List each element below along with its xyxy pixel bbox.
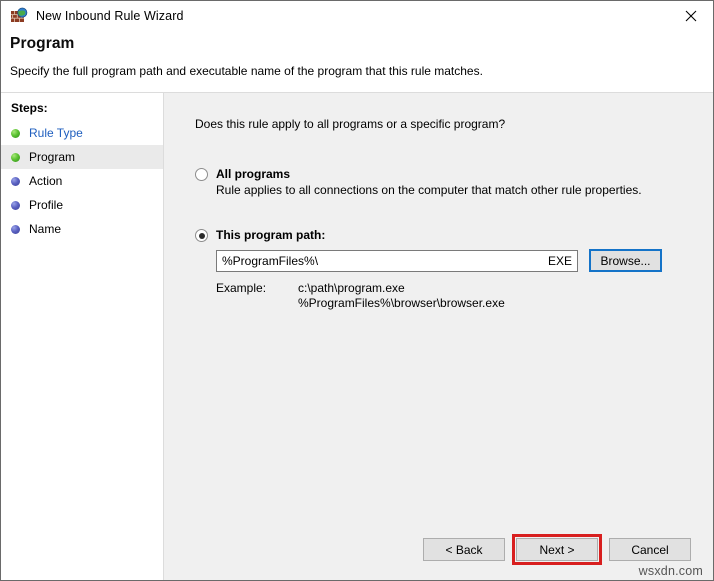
next-button[interactable]: Next > bbox=[516, 538, 598, 561]
cancel-button[interactable]: Cancel bbox=[609, 538, 691, 561]
next-button-wrap: Next > bbox=[516, 538, 598, 561]
watermark: wsxdn.com bbox=[639, 564, 703, 578]
cancel-button-wrap: Cancel bbox=[609, 538, 691, 561]
sidebar-item-label: Profile bbox=[29, 198, 63, 212]
sidebar-item-action[interactable]: Action bbox=[1, 169, 163, 193]
page-subtitle: Specify the full program path and execut… bbox=[10, 64, 713, 78]
radio-this-program-path-label: This program path: bbox=[216, 228, 325, 242]
program-path-block: This program path: %ProgramFiles%\ EXE B… bbox=[195, 228, 713, 311]
back-button[interactable]: < Back bbox=[423, 538, 505, 561]
example-line-1: c:\path\program.exe bbox=[298, 281, 405, 295]
radio-all-programs-label: All programs bbox=[216, 167, 290, 181]
program-path-value: %ProgramFiles%\ bbox=[222, 254, 542, 268]
page-header: Program Specify the full program path an… bbox=[1, 31, 713, 92]
program-path-input-row: %ProgramFiles%\ EXE Browse... bbox=[216, 249, 713, 272]
wizard-window: New Inbound Rule Wizard Program Specify … bbox=[0, 0, 714, 581]
program-path-input[interactable]: %ProgramFiles%\ EXE bbox=[216, 250, 578, 272]
firewall-globe-icon bbox=[10, 7, 28, 25]
back-button-wrap: < Back bbox=[423, 538, 505, 561]
steps-sidebar: Steps: Rule Type Program Action Profile … bbox=[1, 93, 164, 580]
radio-this-program-path[interactable]: This program path: bbox=[195, 228, 713, 242]
step-bullet-icon bbox=[11, 153, 20, 162]
step-bullet-icon bbox=[11, 129, 20, 138]
sidebar-item-label: Action bbox=[29, 174, 62, 188]
step-bullet-icon bbox=[11, 177, 20, 186]
radio-this-program-path-indicator[interactable] bbox=[195, 229, 208, 242]
step-bullet-icon bbox=[11, 225, 20, 234]
close-icon[interactable] bbox=[668, 1, 713, 31]
sidebar-item-label: Rule Type bbox=[29, 126, 83, 140]
sidebar-item-rule-type[interactable]: Rule Type bbox=[1, 121, 163, 145]
browse-button[interactable]: Browse... bbox=[589, 249, 662, 272]
example-line-2: %ProgramFiles%\browser\browser.exe bbox=[298, 296, 505, 310]
example-values: c:\path\program.exe %ProgramFiles%\brows… bbox=[298, 281, 505, 311]
program-path-suffix: EXE bbox=[542, 254, 572, 268]
sidebar-item-label: Name bbox=[29, 222, 61, 236]
example-row: Example: c:\path\program.exe %ProgramFil… bbox=[216, 281, 713, 311]
steps-label: Steps: bbox=[1, 99, 163, 121]
page-title: Program bbox=[10, 35, 713, 53]
title-bar: New Inbound Rule Wizard bbox=[1, 1, 713, 31]
radio-all-programs-description: Rule applies to all connections on the c… bbox=[216, 183, 713, 197]
sidebar-item-program[interactable]: Program bbox=[1, 145, 163, 169]
sidebar-item-name[interactable]: Name bbox=[1, 217, 163, 241]
step-bullet-icon bbox=[11, 201, 20, 210]
sidebar-item-profile[interactable]: Profile bbox=[1, 193, 163, 217]
question-text: Does this rule apply to all programs or … bbox=[195, 117, 713, 131]
window-title: New Inbound Rule Wizard bbox=[36, 9, 184, 23]
radio-all-programs-indicator[interactable] bbox=[195, 168, 208, 181]
radio-all-programs[interactable]: All programs bbox=[195, 167, 713, 181]
sidebar-item-label: Program bbox=[29, 150, 75, 164]
content-main: Does this rule apply to all programs or … bbox=[164, 93, 713, 538]
example-label: Example: bbox=[216, 281, 298, 311]
footer-buttons: < Back Next > Cancel bbox=[164, 538, 713, 580]
content-pane: Does this rule apply to all programs or … bbox=[164, 93, 713, 580]
body-area: Steps: Rule Type Program Action Profile … bbox=[1, 92, 713, 580]
